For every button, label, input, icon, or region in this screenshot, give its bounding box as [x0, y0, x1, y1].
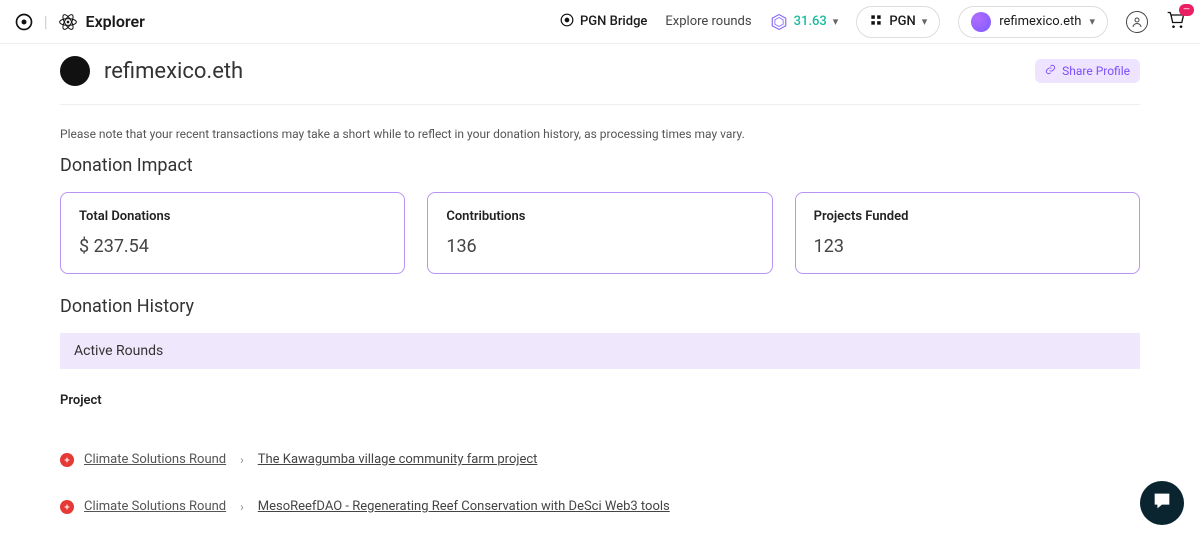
chevron-right-icon: › [236, 453, 248, 467]
atom-icon [58, 12, 78, 32]
cart-icon [1166, 15, 1186, 34]
topbar-left: | Explorer [14, 12, 145, 32]
hex-icon [770, 13, 788, 31]
share-profile-button[interactable]: Share Profile [1035, 59, 1140, 83]
stat-label: Total Donations [79, 209, 386, 224]
pgn-bridge-label: PGN Bridge [580, 14, 647, 29]
wallet-selector[interactable]: refimexico.eth ▾ [958, 6, 1108, 38]
stat-label: Contributions [446, 209, 753, 224]
stat-card-contributions: Contributions 136 [427, 192, 772, 274]
donation-history-title: Donation History [60, 296, 1140, 317]
wallet-address: refimexico.eth [999, 14, 1081, 29]
project-column-header: Project [60, 393, 1140, 408]
profile-name: refimexico.eth [104, 59, 243, 84]
stat-card-projects-funded: Projects Funded 123 [795, 192, 1140, 274]
balance-display[interactable]: 31.63 ▾ [770, 13, 839, 31]
project-link[interactable]: MesoReefDAO - Regenerating Reef Conserva… [258, 499, 670, 514]
balance-value: 31.63 [794, 14, 827, 29]
transactions-note: Please note that your recent transaction… [60, 105, 1140, 155]
avatar [60, 56, 90, 86]
cart-button[interactable]: — [1166, 10, 1186, 34]
project-link[interactable]: The Kawagumba village community farm pro… [258, 452, 538, 467]
chevron-down-icon: ▾ [922, 15, 928, 28]
chevron-down-icon: ▾ [1089, 15, 1095, 28]
round-link[interactable]: Climate Solutions Round [84, 452, 226, 467]
chat-icon [1151, 490, 1173, 516]
active-rounds-bar: Active Rounds [60, 333, 1140, 369]
share-label: Share Profile [1062, 64, 1130, 78]
divider: | [44, 12, 48, 31]
project-row: Climate Solutions Round › MesoReefDAO - … [60, 483, 1140, 530]
profile-header: refimexico.eth Share Profile [60, 44, 1140, 105]
stat-card-total-donations: Total Donations $ 237.54 [60, 192, 405, 274]
stat-value: 123 [814, 236, 1121, 257]
project-row: Climate Solutions Round › The Kawagumba … [60, 436, 1140, 483]
gitcoin-icon[interactable] [14, 12, 34, 32]
cart-badge: — [1179, 4, 1194, 16]
chevron-right-icon: › [236, 500, 248, 514]
stat-value: 136 [446, 236, 753, 257]
chevron-down-icon: ▾ [833, 15, 839, 28]
network-selector[interactable]: PGN ▾ [856, 6, 940, 38]
page-content: refimexico.eth Share Profile Please note… [0, 44, 1200, 530]
link-icon [1045, 64, 1056, 78]
round-badge-icon [60, 453, 74, 467]
explorer-label: Explorer [86, 12, 145, 31]
explore-rounds-link[interactable]: Explore rounds [665, 14, 751, 29]
profile-icon[interactable] [1126, 11, 1148, 33]
round-badge-icon [60, 500, 74, 514]
wallet-avatar-icon [971, 12, 991, 32]
network-label: PGN [889, 14, 915, 29]
stats-row: Total Donations $ 237.54 Contributions 1… [60, 192, 1140, 274]
topbar: | Explorer PGN Bridge Explore rounds 31.… [0, 0, 1200, 44]
chat-widget-button[interactable] [1140, 481, 1184, 525]
explorer-logo[interactable]: Explorer [58, 12, 145, 32]
pgn-bridge-link[interactable]: PGN Bridge [560, 13, 647, 31]
pgn-bridge-icon [560, 13, 574, 31]
donation-impact-title: Donation Impact [60, 155, 1140, 176]
network-icon [869, 13, 883, 31]
round-link[interactable]: Climate Solutions Round [84, 499, 226, 514]
stat-label: Projects Funded [814, 209, 1121, 224]
stat-value: $ 237.54 [79, 236, 386, 257]
topbar-right: PGN Bridge Explore rounds 31.63 ▾ PGN ▾ … [560, 6, 1186, 38]
